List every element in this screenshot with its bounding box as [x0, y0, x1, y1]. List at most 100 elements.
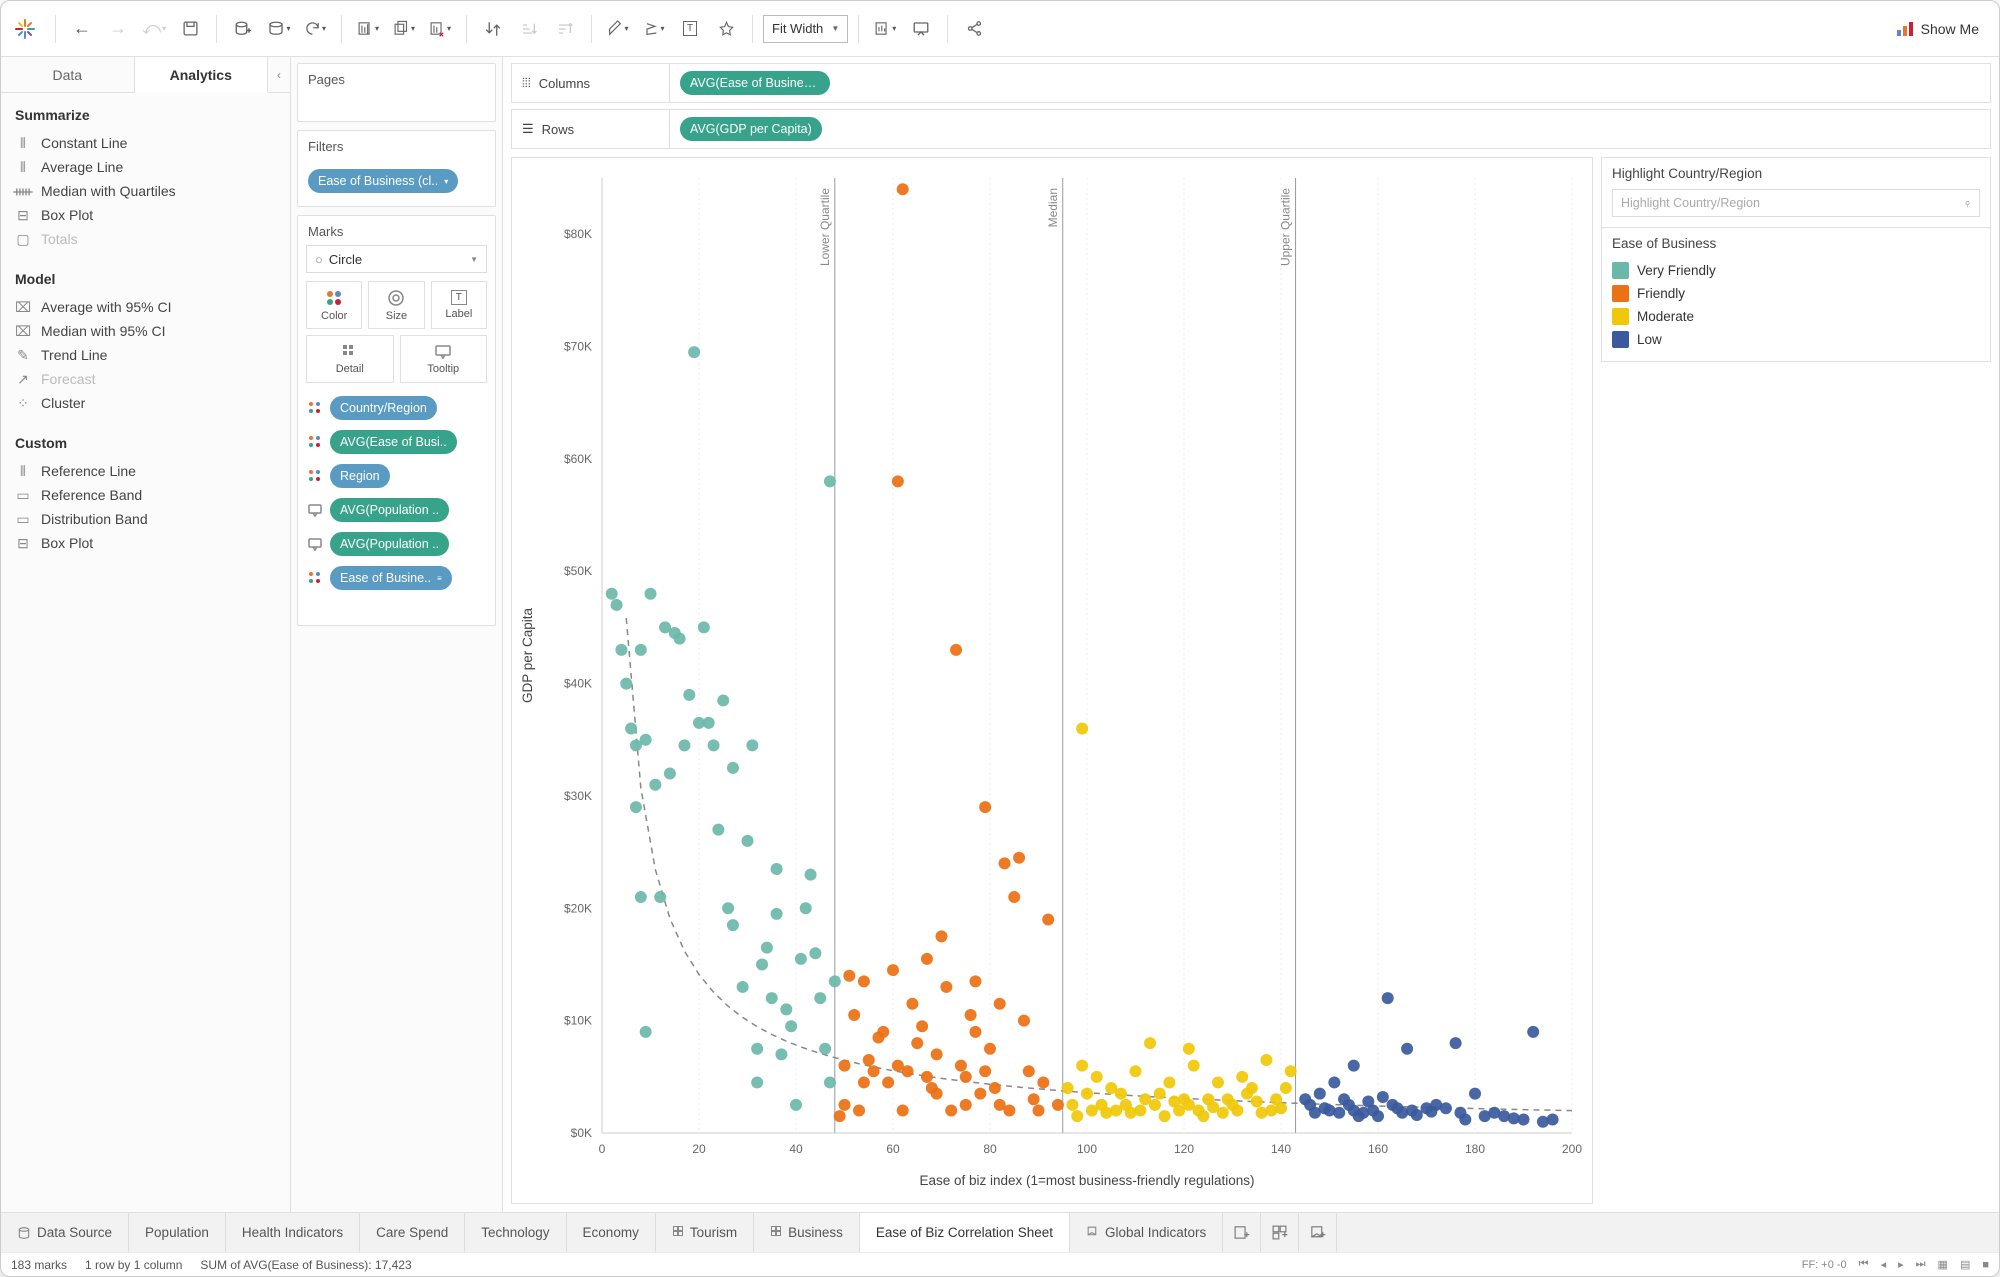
marks-label-button[interactable]: T Label	[431, 281, 487, 329]
sheet-tab[interactable]: Economy	[567, 1213, 656, 1252]
sheet-tab[interactable]: Health Indicators	[226, 1213, 360, 1252]
clear-sheet-button[interactable]: ▾	[424, 13, 456, 45]
legend-item[interactable]: Friendly	[1612, 282, 1980, 305]
columns-shelf[interactable]: ⦙⦙⦙Columns AVG(Ease of Business)	[511, 63, 1991, 103]
sheet-tab[interactable]: Technology	[465, 1213, 566, 1252]
nav-first-button[interactable]: ⏮	[1859, 1258, 1869, 1271]
show-mark-labels-button[interactable]: T	[674, 13, 706, 45]
model-item[interactable]: ⌧Average with 95% CI	[15, 295, 276, 319]
totals-group-button[interactable]: ▾	[638, 13, 670, 45]
analytics-item-label: Box Plot	[41, 535, 93, 551]
summarize-item[interactable]: ᚔMedian with Quartiles	[15, 179, 276, 203]
svg-text:180: 180	[1465, 1142, 1485, 1156]
analytics-tab[interactable]: Analytics	[135, 57, 269, 93]
sheet-tab[interactable]: Population	[129, 1213, 226, 1252]
svg-text:$60K: $60K	[564, 452, 592, 466]
new-worksheet-tab-button[interactable]	[1223, 1213, 1261, 1252]
mark-pill-type-icon	[306, 537, 324, 551]
sheet-tab[interactable]: Tourism	[656, 1213, 754, 1252]
highlight-search-input[interactable]: Highlight Country/Region	[1612, 189, 1980, 217]
summarize-item[interactable]: ▢Totals	[15, 227, 276, 251]
new-dashboard-tab-button[interactable]	[1261, 1213, 1299, 1252]
new-data-source-button[interactable]	[227, 13, 259, 45]
mark-pill[interactable]: Ease of Busine..≡	[330, 566, 452, 590]
view-full-button[interactable]: ■	[1982, 1259, 1989, 1271]
show-cards-button[interactable]: ▾	[869, 13, 901, 45]
revert-button[interactable]: ⤺▾	[138, 13, 170, 45]
fit-dropdown[interactable]: Fit Width	[763, 15, 848, 43]
data-source-tab[interactable]: Data Source	[1, 1213, 129, 1252]
sheet-tab[interactable]: Ease of Biz Correlation Sheet	[860, 1213, 1070, 1252]
model-item[interactable]: ⌧Median with 95% CI	[15, 319, 276, 343]
highlight-button[interactable]: ▾	[602, 13, 634, 45]
share-button[interactable]	[958, 13, 990, 45]
pin-axes-button[interactable]	[710, 13, 742, 45]
rows-shelf[interactable]: ☰Rows AVG(GDP per Capita)	[511, 109, 1991, 149]
sort-desc-button[interactable]	[549, 13, 581, 45]
pages-card: Pages	[297, 63, 496, 122]
mark-pill[interactable]: AVG(Population ..	[330, 532, 449, 556]
view-grid-button[interactable]: ▦	[1938, 1258, 1948, 1271]
mark-pill[interactable]: Country/Region	[330, 396, 437, 420]
legend-item[interactable]: Moderate	[1612, 305, 1980, 328]
custom-item[interactable]: ⊟Box Plot	[15, 531, 276, 555]
duplicate-sheet-button[interactable]: ▾	[388, 13, 420, 45]
legend-label: Friendly	[1637, 286, 1685, 301]
analytics-item-icon: ⊟	[15, 208, 31, 222]
save-button[interactable]	[174, 13, 206, 45]
sheet-tab[interactable]: Care Spend	[360, 1213, 465, 1252]
marks-color-button[interactable]: Color	[306, 281, 362, 329]
nav-prev-button[interactable]: ◂	[1881, 1258, 1887, 1271]
svg-text:200: 200	[1562, 1142, 1582, 1156]
model-item[interactable]: ✎Trend Line	[15, 343, 276, 367]
model-item[interactable]: ⁘Cluster	[15, 391, 276, 415]
marks-card: Marks Circle Color Size T Label	[297, 215, 496, 626]
status-bar: 183 marks 1 row by 1 column SUM of AVG(E…	[1, 1252, 1999, 1276]
view-tile-button[interactable]: ▤	[1960, 1258, 1970, 1271]
marks-tooltip-button[interactable]: Tooltip	[400, 335, 488, 383]
rows-icon: ☰	[522, 121, 534, 137]
legend-label: Very Friendly	[1637, 263, 1716, 278]
swap-rows-columns-button[interactable]	[477, 13, 509, 45]
collapse-side-panel-button[interactable]: ‹	[268, 57, 290, 92]
summarize-item[interactable]: ⦀Constant Line	[15, 131, 276, 155]
undo-button[interactable]: ←	[66, 13, 98, 45]
scatter-plot-viz[interactable]: $0K$10K$20K$30K$40K$50K$60K$70K$80K02040…	[511, 157, 1593, 1204]
new-worksheet-button[interactable]: ▾	[352, 13, 384, 45]
pause-auto-updates-button[interactable]: ▾	[263, 13, 295, 45]
mark-type-dropdown[interactable]: Circle	[306, 245, 487, 273]
svg-text:$40K: $40K	[564, 677, 592, 691]
redo-button[interactable]: →	[102, 13, 134, 45]
analytics-item-icon: ⦀	[15, 160, 31, 174]
data-tab[interactable]: Data	[1, 57, 135, 92]
mark-pill[interactable]: AVG(Population ..	[330, 498, 449, 522]
marks-size-button[interactable]: Size	[368, 281, 424, 329]
custom-item[interactable]: ⦀Reference Line	[15, 459, 276, 483]
analytics-item-label: Median with 95% CI	[41, 323, 166, 339]
analytics-item-icon: ⦀	[15, 464, 31, 478]
columns-pill[interactable]: AVG(Ease of Business)	[680, 71, 830, 95]
sheet-tab[interactable]: Global Indicators	[1070, 1213, 1223, 1252]
legend-item[interactable]: Low	[1612, 328, 1980, 351]
run-update-button[interactable]: ▾	[299, 13, 331, 45]
sheet-tab[interactable]: Business	[754, 1213, 860, 1252]
model-item[interactable]: ↗Forecast	[15, 367, 276, 391]
legend-item[interactable]: Very Friendly	[1612, 259, 1980, 282]
show-me-button[interactable]: Show Me	[1889, 17, 1987, 41]
summarize-item[interactable]: ⦀Average Line	[15, 155, 276, 179]
analytics-item-label: Trend Line	[41, 347, 107, 363]
summarize-item[interactable]: ⊟Box Plot	[15, 203, 276, 227]
nav-last-button[interactable]: ⏭	[1916, 1258, 1926, 1271]
new-story-tab-button[interactable]	[1299, 1213, 1337, 1252]
mark-pill[interactable]: AVG(Ease of Busi..	[330, 430, 457, 454]
marks-detail-button[interactable]: Detail	[306, 335, 394, 383]
custom-item[interactable]: ▭Distribution Band	[15, 507, 276, 531]
sort-asc-button[interactable]	[513, 13, 545, 45]
nav-next-button[interactable]: ▸	[1898, 1258, 1904, 1271]
presentation-mode-button[interactable]	[905, 13, 937, 45]
mark-pill[interactable]: Region	[330, 464, 390, 488]
filter-pill[interactable]: Ease of Business (cl..▾	[308, 169, 458, 193]
rows-pill[interactable]: AVG(GDP per Capita)	[680, 117, 822, 141]
analytics-item-label: Forecast	[41, 371, 95, 387]
custom-item[interactable]: ▭Reference Band	[15, 483, 276, 507]
